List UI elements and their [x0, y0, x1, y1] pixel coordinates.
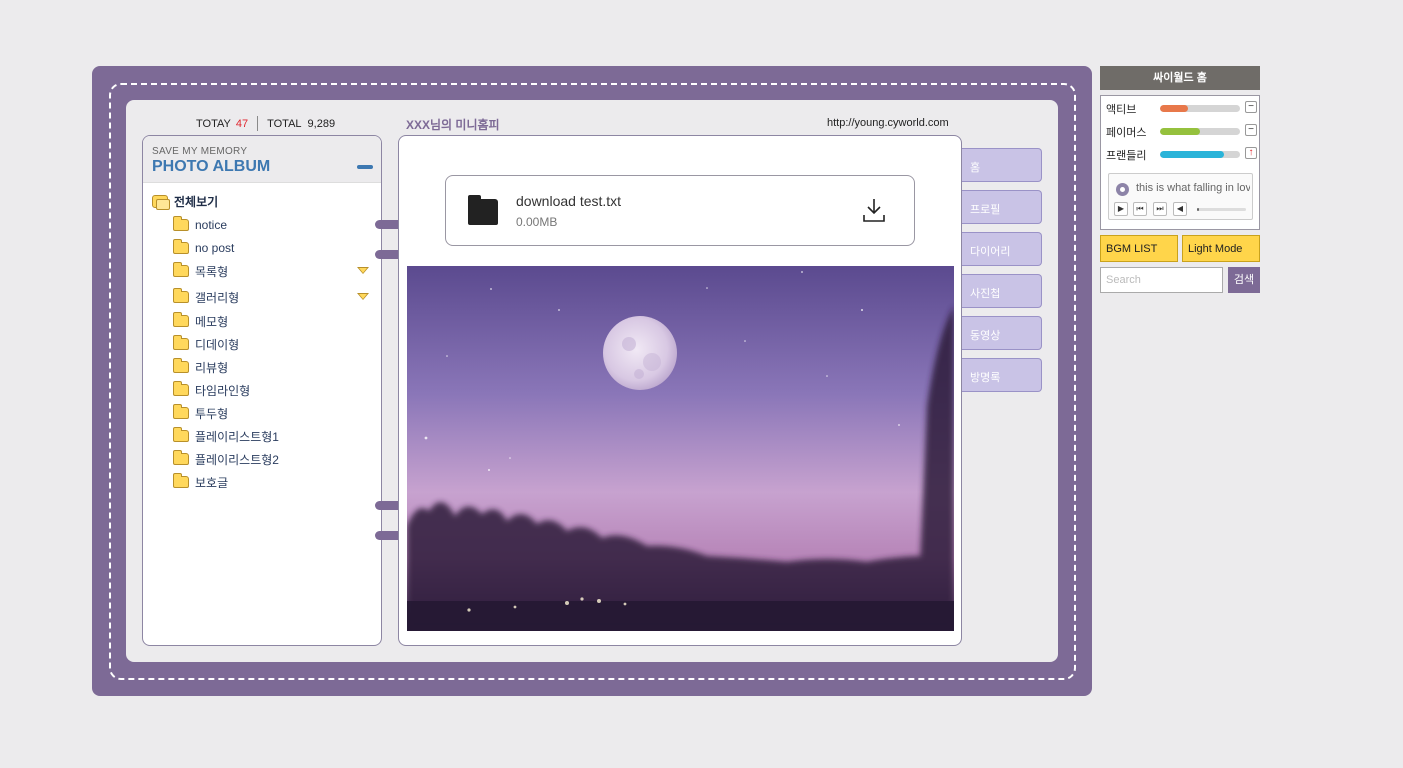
- folder-icon: [173, 358, 189, 373]
- stat-fill: [1160, 151, 1224, 158]
- folder-label: 투두형: [195, 406, 229, 421]
- homepage-url[interactable]: http://young.cyworld.com: [827, 117, 949, 129]
- stat-famous: 페이머스 −: [1106, 124, 1258, 139]
- folder-label: 보호글: [195, 475, 229, 490]
- previous-icon[interactable]: ⏮: [1133, 202, 1147, 216]
- folder-item-all[interactable]: 전체보기: [152, 192, 381, 210]
- album-content: download test.txt 0.00MB: [398, 135, 962, 646]
- folder-icon: [173, 312, 189, 327]
- folder-item-playlist-1[interactable]: 플레이리스트형1: [143, 427, 381, 445]
- tab-video[interactable]: 동영상: [962, 316, 1042, 350]
- song-title: this is what falling in love feels like: [1136, 182, 1250, 194]
- folder-item-memo[interactable]: 메모형: [143, 312, 381, 330]
- folder-label: 플레이리스트형2: [195, 452, 279, 467]
- folder-label: 목록형: [195, 264, 229, 279]
- sidebar-header: SAVE MY MEMORY PHOTO ALBUM: [143, 136, 381, 183]
- arrow-up-icon[interactable]: ↑: [1245, 147, 1257, 159]
- download-icon[interactable]: [862, 197, 886, 223]
- cyworld-home-button[interactable]: 싸이월드 홈: [1100, 66, 1260, 90]
- folder-item-todo[interactable]: 투두형: [143, 404, 381, 422]
- disc-icon: [1116, 183, 1129, 196]
- minus-icon[interactable]: −: [1245, 124, 1257, 136]
- folder-label: 갤러리형: [195, 290, 240, 305]
- visit-counter: TOTAY 47 TOTAL 9,289: [196, 116, 335, 131]
- collapse-icon[interactable]: [357, 165, 373, 169]
- folder-label: 리뷰형: [195, 360, 229, 375]
- folder-icon: [173, 381, 189, 396]
- stat-fill: [1160, 105, 1188, 112]
- stat-bar: [1160, 128, 1240, 135]
- search-button[interactable]: 검색: [1228, 267, 1260, 293]
- tab-photo-album[interactable]: 사진첩: [962, 274, 1042, 308]
- download-card[interactable]: download test.txt 0.00MB: [445, 175, 915, 246]
- download-filename: download test.txt: [516, 193, 622, 209]
- next-icon[interactable]: ⏭: [1153, 202, 1167, 216]
- album-sidebar: SAVE MY MEMORY PHOTO ALBUM 전체보기 notice n…: [142, 135, 382, 646]
- today-count: 47: [235, 117, 249, 130]
- folder-label: 메모형: [195, 314, 229, 329]
- folder-label: notice: [195, 218, 228, 232]
- folder-item-gallery[interactable]: 갤러리형: [143, 288, 381, 306]
- total-label: TOTAL: [267, 117, 302, 130]
- folder-icon: [173, 473, 189, 488]
- stat-bar: [1160, 151, 1240, 158]
- album-photo: [407, 266, 954, 631]
- page-title: XXX님의 미니홈피: [406, 118, 500, 132]
- stat-label: 페이머스: [1106, 127, 1147, 139]
- folder-label: 타임라인형: [195, 383, 251, 398]
- folder-item-no-post[interactable]: no post: [143, 239, 381, 257]
- expand-triangle-icon[interactable]: [357, 267, 369, 274]
- stat-label: 액티브: [1106, 104, 1137, 116]
- folder-icon: [173, 239, 189, 254]
- sidebar-title: PHOTO ALBUM: [152, 158, 271, 175]
- folder-item-playlist-2[interactable]: 플레이리스트형2: [143, 450, 381, 468]
- tab-guestbook[interactable]: 방명록: [962, 358, 1042, 392]
- folder-icon: [173, 262, 189, 277]
- folder-icon: [173, 216, 189, 231]
- bgm-list-button[interactable]: BGM LIST: [1100, 235, 1178, 262]
- tab-diary[interactable]: 다이어리: [962, 232, 1042, 266]
- music-player: this is what falling in love feels like …: [1108, 173, 1253, 220]
- folder-item-list[interactable]: 목록형: [143, 262, 381, 280]
- minus-icon[interactable]: −: [1245, 101, 1257, 113]
- volume-icon[interactable]: ◀: [1173, 202, 1187, 216]
- today-label: TOTAY: [196, 117, 231, 130]
- folder-item-notice[interactable]: notice: [143, 216, 381, 234]
- tab-profile[interactable]: 프로필: [962, 190, 1042, 224]
- download-size: 0.00MB: [516, 215, 558, 229]
- play-icon[interactable]: ▶: [1114, 202, 1128, 216]
- stat-fill: [1160, 128, 1200, 135]
- folder-item-protected[interactable]: 보호글: [143, 473, 381, 491]
- folder-icon: [468, 195, 498, 225]
- stat-active: 액티브 −: [1106, 101, 1258, 116]
- folder-label: no post: [195, 241, 235, 255]
- folder-item-review[interactable]: 리뷰형: [143, 358, 381, 376]
- light-mode-button[interactable]: Light Mode: [1182, 235, 1260, 262]
- folder-stack-icon: [152, 194, 170, 210]
- folder-label: 디데이형: [195, 337, 240, 352]
- volume-fill: [1197, 208, 1200, 211]
- folder-label: 플레이리스트형1: [195, 429, 279, 444]
- folder-item-timeline[interactable]: 타임라인형: [143, 381, 381, 399]
- folder-icon: [173, 427, 189, 442]
- sidebar-subtitle: SAVE MY MEMORY: [152, 146, 248, 157]
- folder-item-dday[interactable]: 디데이형: [143, 335, 381, 353]
- folder-icon: [173, 335, 189, 350]
- folder-icon: [173, 404, 189, 419]
- search-input[interactable]: [1100, 267, 1223, 293]
- expand-triangle-icon[interactable]: [357, 293, 369, 300]
- volume-slider[interactable]: [1197, 208, 1246, 211]
- tab-home[interactable]: 홈: [962, 148, 1042, 182]
- stat-friendly: 프랜들리 ↑: [1106, 147, 1258, 162]
- folder-icon: [173, 288, 189, 303]
- total-count: 9,289: [307, 117, 336, 130]
- stat-panel: 액티브 − 페이머스 − 프랜들리 ↑ this is what falling…: [1100, 95, 1260, 230]
- stat-bar: [1160, 105, 1240, 112]
- folder-icon: [173, 450, 189, 465]
- folder-label: 전체보기: [174, 194, 219, 209]
- stat-label: 프랜들리: [1106, 150, 1147, 162]
- counter-divider: [257, 116, 259, 131]
